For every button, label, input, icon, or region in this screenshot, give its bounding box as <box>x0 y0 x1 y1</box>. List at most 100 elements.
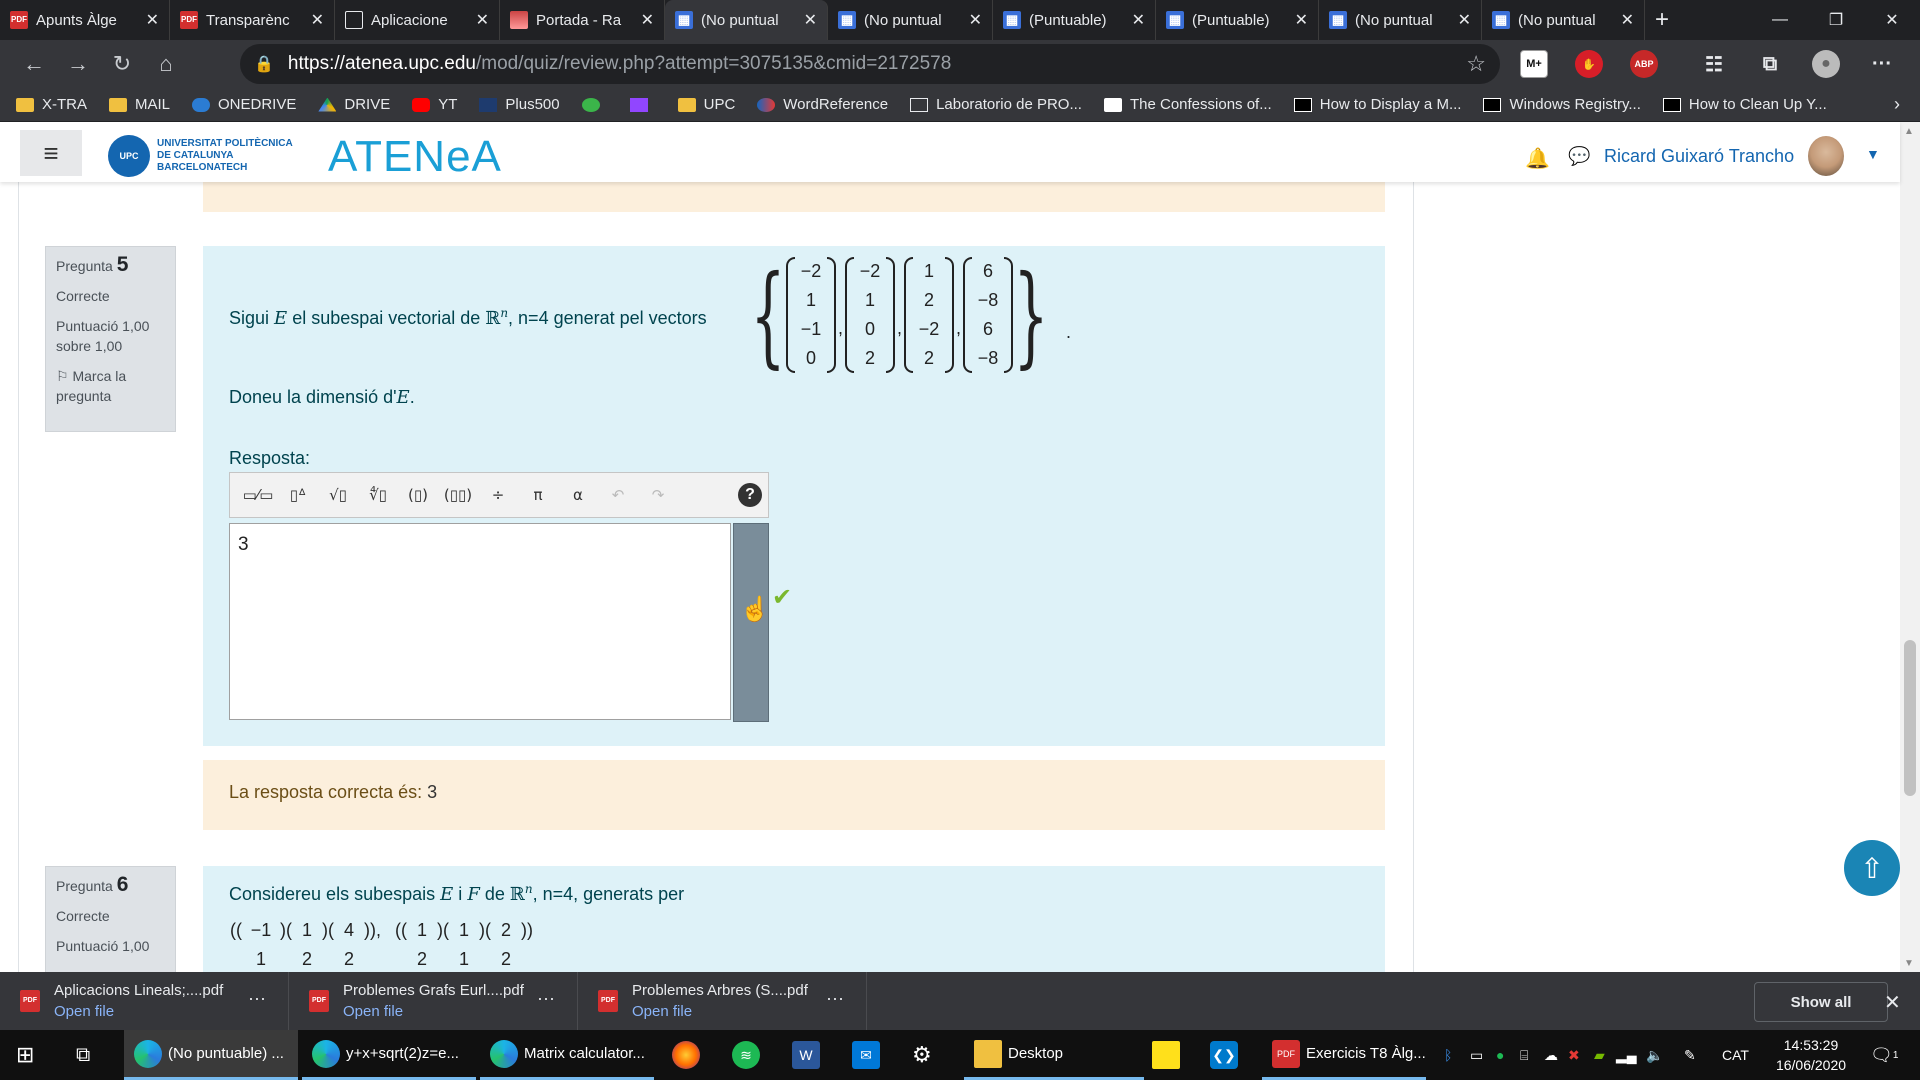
bookmark-link[interactable]: Laboratorio de PRO... <box>910 96 1082 113</box>
taskbar-app[interactable]: (No puntuable) ... <box>124 1030 298 1080</box>
download-item[interactable]: PDF Aplicacions Lineals;....pdf Open file… <box>0 972 289 1030</box>
bookmark-link[interactable]: WordReference <box>757 96 888 113</box>
open-file-link[interactable]: Open file <box>54 1001 223 1022</box>
bookmark-folder[interactable]: X-TRA <box>16 96 87 113</box>
bookmark-link[interactable]: ONEDRIVE <box>192 96 296 113</box>
close-icon[interactable]: ✕ <box>641 10 654 30</box>
onedrive-icon[interactable]: ☁ <box>1544 1030 1558 1080</box>
bookmark-link[interactable]: How to Display a M... <box>1293 96 1461 113</box>
forward-arrow-icon[interactable]: → <box>56 44 100 84</box>
answer-input[interactable]: 3 <box>229 523 731 720</box>
alpha-icon[interactable]: α <box>558 479 598 511</box>
close-icon[interactable]: ✕ <box>1621 10 1634 30</box>
close-window-icon[interactable]: ✕ <box>1864 0 1920 40</box>
nvidia-icon[interactable]: ▰ <box>1594 1030 1605 1080</box>
chevron-right-icon[interactable]: › <box>1894 94 1900 115</box>
bookmark-link[interactable]: YT <box>412 96 457 113</box>
wifi-icon[interactable]: ▂▄ <box>1616 1030 1637 1080</box>
more-options-icon[interactable]: ··· <box>537 988 555 1009</box>
close-icon[interactable]: ✕ <box>1884 990 1901 1015</box>
atenea-logo[interactable]: ATENeA <box>328 132 502 182</box>
back-to-top-icon[interactable]: ⇧ <box>1844 840 1900 896</box>
taskbar-app[interactable]: y+x+sqrt(2)z=e... <box>302 1030 476 1080</box>
handwriting-hand-icon[interactable]: ☝ <box>740 595 770 624</box>
language-indicator[interactable]: CAT <box>1722 1030 1749 1080</box>
bookmark-link[interactable]: Windows Registry... <box>1483 96 1641 113</box>
browser-tab[interactable]: (No puntual ✕ <box>828 0 993 40</box>
chat-bubble-icon[interactable]: 💬 <box>1568 146 1590 167</box>
taskbar-app[interactable]: Desktop <box>964 1030 1144 1080</box>
reload-icon[interactable]: ↻ <box>100 44 144 84</box>
bookmark-folder[interactable]: UPC <box>677 96 735 113</box>
spotify-tray-icon[interactable]: ● <box>1496 1030 1504 1080</box>
url-bar[interactable]: 🔒 https://atenea.upc.edu/mod/quiz/review… <box>240 44 1500 84</box>
fraction-icon[interactable]: ▭⁄▭ <box>238 479 278 511</box>
display-icon[interactable]: ▭ <box>1470 1030 1483 1080</box>
open-file-link[interactable]: Open file <box>632 1001 808 1022</box>
caret-down-icon[interactable]: ▼ <box>1866 146 1880 162</box>
more-options-icon[interactable]: ··· <box>248 988 266 1009</box>
matrix-icon[interactable]: (▯▯) <box>438 479 478 511</box>
parentheses-icon[interactable]: (▯) <box>398 479 438 511</box>
bookmark-link[interactable]: Plus500 <box>479 96 560 113</box>
new-tab-plus-icon[interactable]: + <box>1655 6 1669 34</box>
scroll-thumb[interactable] <box>1904 640 1916 796</box>
user-name[interactable]: Ricard Guixaró Trancho <box>1604 146 1794 167</box>
star-icon[interactable]: ☆ <box>1466 51 1486 77</box>
flag-question[interactable]: ⚐ Marca la pregunta <box>56 366 165 406</box>
spotify-icon[interactable]: ≋ <box>732 1030 766 1080</box>
browser-tab[interactable]: PDF Apunts Àlge ✕ <box>0 0 170 40</box>
bell-icon[interactable]: 🔔 <box>1525 146 1550 171</box>
close-icon[interactable]: ✕ <box>969 10 982 30</box>
hamburger-menu-icon[interactable]: ≡ <box>20 130 82 176</box>
taskbar-app[interactable]: Matrix calculator... <box>480 1030 654 1080</box>
close-icon[interactable]: ✕ <box>311 10 324 30</box>
close-icon[interactable]: ✕ <box>476 10 489 30</box>
taskbar-app[interactable]: PDF Exercicis T8 Àlg... <box>1262 1030 1426 1080</box>
bookmark-link[interactable] <box>629 97 656 112</box>
extension-adblock-icon[interactable]: ABP <box>1630 50 1658 78</box>
browser-tab[interactable]: Portada - Ra ✕ <box>500 0 665 40</box>
pi-icon[interactable]: π <box>518 479 558 511</box>
close-icon[interactable]: ✕ <box>804 10 817 30</box>
open-file-link[interactable]: Open file <box>343 1001 524 1022</box>
home-icon[interactable]: ⌂ <box>144 44 188 84</box>
upc-logo[interactable]: UPC <box>108 135 150 177</box>
browser-tab[interactable]: Aplicacione ✕ <box>335 0 500 40</box>
download-item[interactable]: PDF Problemes Arbres (S....pdf Open file … <box>578 972 867 1030</box>
close-icon[interactable]: ✕ <box>1458 10 1471 30</box>
close-icon[interactable]: ✕ <box>1295 10 1308 30</box>
page-scrollbar[interactable] <box>1900 122 1920 972</box>
restore-icon[interactable]: ❐ <box>1808 0 1864 40</box>
show-all-button[interactable]: Show all <box>1754 982 1888 1022</box>
settings-gear-icon[interactable]: ⚙ <box>912 1030 932 1080</box>
pen-icon[interactable]: ✎ <box>1684 1030 1696 1080</box>
scroll-up-icon[interactable]: ▲ <box>1904 126 1914 137</box>
back-arrow-icon[interactable]: ← <box>12 44 56 84</box>
browser-tab[interactable]: (No puntual ✕ <box>1482 0 1645 40</box>
division-icon[interactable]: ÷ <box>478 479 518 511</box>
extension-hand-icon[interactable]: ✋ <box>1575 50 1603 78</box>
close-icon[interactable]: ✕ <box>1132 10 1145 30</box>
collections-icon[interactable]: ⧉ <box>1756 50 1784 78</box>
mail-icon[interactable]: ✉ <box>852 1030 886 1080</box>
reading-list-icon[interactable]: ☷ <box>1700 50 1728 78</box>
browser-tab[interactable]: (Puntuable) ✕ <box>1156 0 1319 40</box>
bluetooth-icon[interactable]: ᛒ <box>1444 1030 1452 1080</box>
system-clock[interactable]: 14:53:29 16/06/2020 <box>1766 1035 1856 1075</box>
bookmark-folder[interactable]: MAIL <box>109 96 170 113</box>
notification-icon[interactable]: 🗨 1 <box>1870 1030 1898 1080</box>
browser-tab-active[interactable]: (No puntual ✕ <box>665 0 828 40</box>
close-icon[interactable]: ✕ <box>146 10 159 30</box>
undo-icon[interactable]: ↶ <box>598 479 638 511</box>
scroll-down-icon[interactable]: ▼ <box>1904 958 1914 969</box>
usb-icon[interactable]: ⌸ <box>1520 1030 1528 1080</box>
windows-start-icon[interactable]: ⊞ <box>16 1030 34 1080</box>
firefox-icon[interactable] <box>672 1030 706 1080</box>
profile-avatar-icon[interactable]: ● <box>1812 50 1840 78</box>
redo-icon[interactable]: ↷ <box>638 479 678 511</box>
minimize-icon[interactable]: — <box>1752 0 1808 40</box>
bookmark-link[interactable]: How to Clean Up Y... <box>1662 96 1827 113</box>
bookmark-link[interactable]: DRIVE <box>318 96 390 113</box>
extension-m-plus-icon[interactable]: M+ <box>1520 50 1548 78</box>
